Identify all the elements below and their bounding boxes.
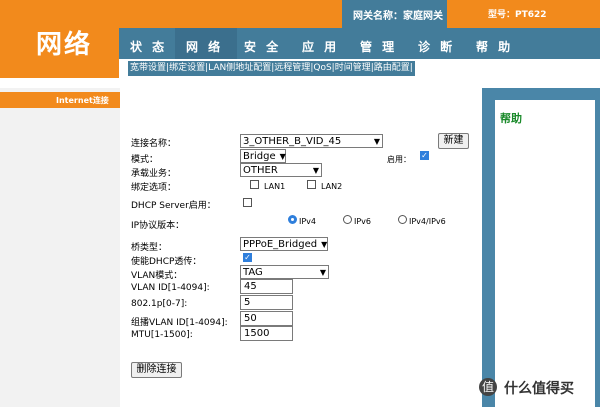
- sub-nav-routing[interactable]: 路由配置: [374, 63, 410, 73]
- vlan-id-input[interactable]: 45: [240, 279, 293, 294]
- service-label: 承载业务：: [131, 169, 177, 179]
- enable-checkbox[interactable]: ✓: [420, 151, 429, 160]
- nav-application[interactable]: 应 用: [302, 38, 339, 55]
- mode-value: Bridge: [243, 150, 276, 162]
- vlan-id-label: VLAN ID[1-4094]:: [131, 283, 210, 293]
- bind-options-label: 绑定选项：: [131, 183, 177, 193]
- ip-version-dual-radio[interactable]: [398, 215, 407, 224]
- bind-lan2-checkbox[interactable]: [307, 180, 316, 189]
- sub-nav-binding[interactable]: 绑定设置: [169, 63, 205, 73]
- sub-nav: 宽带设置|绑定设置|LAN侧地址配置|远程管理|QoS|时间管理|路由配置|: [128, 61, 415, 76]
- mtu-input[interactable]: 1500: [240, 326, 293, 341]
- help-content: [495, 100, 595, 407]
- chevron-down-icon: ▼: [279, 151, 286, 161]
- watermark-text: 什么值得买: [504, 381, 574, 397]
- chevron-down-icon: ▼: [373, 136, 380, 146]
- help-title: 帮助: [500, 112, 522, 125]
- dhcp-passthrough-label: 使能DHCP透传：: [131, 257, 202, 267]
- service-value: OTHER: [243, 164, 278, 176]
- sub-nav-broadband[interactable]: 宽带设置: [130, 63, 166, 73]
- nav-network[interactable]: 网 络: [186, 38, 223, 55]
- mtu-label: MTU[1-1500]:: [131, 330, 193, 340]
- bind-lan1-label: LAN1: [264, 182, 286, 191]
- nav-security[interactable]: 安 全: [244, 38, 281, 55]
- sidebar: [0, 88, 120, 407]
- connection-name-select[interactable]: 3_OTHER_B_VID_45 ▼: [240, 134, 383, 148]
- section-title: 网络: [36, 30, 93, 60]
- ip-version-ipv6-radio[interactable]: [343, 215, 352, 224]
- ip-version-ipv6-label: IPv6: [354, 217, 372, 226]
- sub-nav-qos[interactable]: QoS: [313, 63, 331, 73]
- bridge-type-value: PPPoE_Bridged: [243, 238, 318, 250]
- priority-label: 802.1p[0-7]:: [131, 299, 188, 309]
- ip-version-dual-label: IPv4/IPv6: [409, 217, 446, 226]
- sub-nav-lan-address[interactable]: LAN侧地址配置: [208, 63, 271, 73]
- sub-nav-remote[interactable]: 远程管理: [274, 63, 310, 73]
- chevron-down-icon: ▼: [312, 165, 319, 175]
- mode-label: 模式：: [131, 155, 159, 165]
- priority-input[interactable]: 5: [240, 295, 293, 310]
- delete-connection-button[interactable]: 删除连接: [131, 362, 182, 378]
- bridge-type-label: 桥类型：: [131, 243, 168, 253]
- nav-management[interactable]: 管 理: [360, 38, 397, 55]
- dhcp-server-checkbox[interactable]: [243, 198, 252, 207]
- vlan-mode-label: VLAN模式：: [131, 271, 183, 281]
- dhcp-passthrough-checkbox[interactable]: ✓: [243, 253, 252, 262]
- ip-version-label: IP协议版本：: [131, 221, 185, 231]
- gateway-name: 网关名称：家庭网关: [353, 11, 443, 22]
- multicast-vlan-label: 组播VLAN ID[1-4094]:: [131, 318, 228, 328]
- vlan-mode-select[interactable]: TAG ▼: [240, 265, 329, 279]
- new-connection-button[interactable]: 新建: [438, 133, 469, 149]
- connection-name-label: 连接名称：: [131, 139, 177, 149]
- service-select[interactable]: OTHER ▼: [240, 163, 322, 177]
- nav-diagnosis[interactable]: 诊 断: [418, 38, 455, 55]
- chevron-down-icon: ▼: [319, 267, 326, 277]
- device-model: 型号：PT622: [488, 10, 547, 20]
- ip-version-ipv4-label: IPv4: [299, 217, 317, 226]
- enable-label: 启用：: [387, 155, 411, 164]
- dhcp-server-label: DHCP Server启用：: [131, 201, 216, 211]
- vlan-mode-value: TAG: [243, 266, 263, 278]
- bridge-type-select[interactable]: PPPoE_Bridged ▼: [240, 237, 328, 251]
- header-gap: [0, 78, 600, 88]
- ip-version-ipv4-radio[interactable]: [288, 215, 297, 224]
- nav-help[interactable]: 帮 助: [476, 38, 513, 55]
- nav-status[interactable]: 状 态: [130, 38, 167, 55]
- sidebar-item-label: Internet连接: [56, 96, 109, 105]
- chevron-down-icon: ▼: [321, 239, 328, 249]
- watermark-logo-icon: 值: [479, 378, 497, 396]
- sub-nav-time[interactable]: 时间管理: [335, 63, 371, 73]
- mode-select[interactable]: Bridge ▼: [240, 149, 286, 163]
- multicast-vlan-input[interactable]: 50: [240, 311, 293, 326]
- connection-name-value: 3_OTHER_B_VID_45: [243, 135, 342, 147]
- bind-lan2-label: LAN2: [321, 182, 343, 191]
- bind-lan1-checkbox[interactable]: [250, 180, 259, 189]
